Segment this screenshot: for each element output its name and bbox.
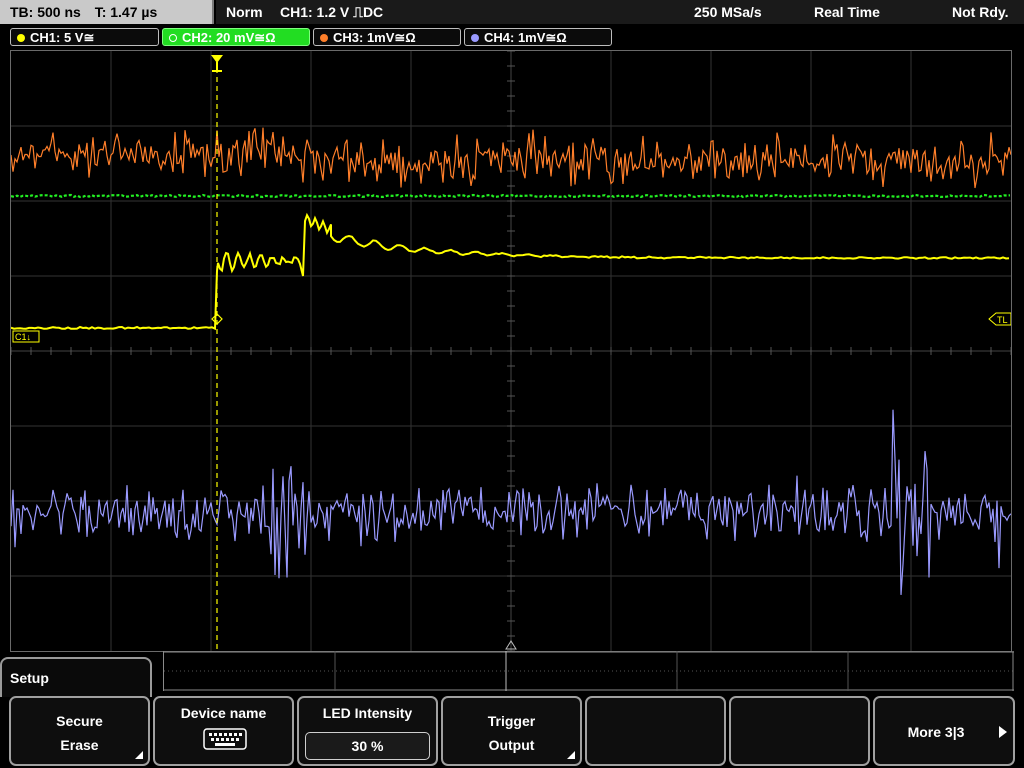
secure-erase-label-2: Erase bbox=[60, 737, 99, 753]
ch3-color-dot bbox=[320, 34, 328, 42]
acquisition-status-strip: Norm CH1: 1.2 V ⎍DC 250 MSa/s Real Time … bbox=[216, 0, 1024, 24]
timebase-value: TB: 500 ns bbox=[10, 4, 81, 20]
channel-tab-ch2[interactable]: CH2: 20 mV≅Ω bbox=[162, 28, 310, 46]
ch4-color-dot bbox=[471, 34, 479, 42]
led-intensity-button[interactable]: LED Intensity 30 % bbox=[297, 696, 438, 766]
submenu-indicator-icon bbox=[567, 751, 575, 759]
ch1-label: CH1: 5 V≅ bbox=[30, 30, 95, 45]
led-intensity-label: LED Intensity bbox=[322, 705, 413, 721]
menu-title: Setup bbox=[0, 657, 152, 697]
channel-tab-ch4[interactable]: CH4: 1mV≅Ω bbox=[464, 28, 612, 46]
channel-tab-ch1[interactable]: CH1: 5 V≅ bbox=[10, 28, 159, 46]
ch1-color-dot bbox=[17, 34, 25, 42]
ch1-offset-label: C1↓ bbox=[15, 332, 31, 342]
channel-tab-ch3[interactable]: CH3: 1mV≅Ω bbox=[313, 28, 461, 46]
secure-erase-button[interactable]: Secure Erase bbox=[9, 696, 150, 766]
keyboard-icon bbox=[203, 728, 247, 750]
mini-graticule bbox=[163, 651, 1014, 691]
led-intensity-value[interactable]: 30 % bbox=[305, 732, 430, 760]
waveform-canvas: C1↓ TL bbox=[10, 50, 1012, 652]
softkey-empty-5[interactable] bbox=[585, 696, 726, 766]
sample-rate: 250 MSa/s bbox=[694, 4, 762, 20]
more-button[interactable]: More 3|3 bbox=[873, 696, 1015, 766]
ch3-label: CH3: 1mV≅Ω bbox=[333, 30, 416, 45]
trigger-mode: Norm bbox=[226, 4, 263, 20]
trigger-output-label-1: Trigger bbox=[487, 713, 536, 729]
trigger-output-label-2: Output bbox=[488, 737, 535, 753]
trigger-position-icon bbox=[211, 55, 223, 72]
waveform-display[interactable]: C1↓ TL bbox=[10, 50, 1012, 652]
graticule-grid bbox=[10, 50, 1012, 652]
top-status-bar: TB: 500 ns T: 1.47 µs Norm CH1: 1.2 V ⎍D… bbox=[0, 0, 1024, 24]
acquisition-mode: Real Time bbox=[814, 4, 880, 20]
timebase-box[interactable]: TB: 500 ns T: 1.47 µs bbox=[0, 0, 214, 24]
next-page-icon bbox=[999, 726, 1007, 738]
trigger-time-value: T: 1.47 µs bbox=[94, 4, 158, 20]
submenu-indicator-icon bbox=[135, 751, 143, 759]
trigger-level-label: TL bbox=[997, 315, 1008, 325]
secure-erase-label-1: Secure bbox=[56, 713, 103, 729]
more-label: More 3|3 bbox=[907, 724, 965, 740]
trigger-info: CH1: 1.2 V ⎍DC bbox=[280, 4, 384, 20]
run-status: Not Rdy. bbox=[952, 4, 1009, 20]
ch1-trace bbox=[10, 212, 1010, 331]
ch2-label: CH2: 20 mV≅Ω bbox=[182, 30, 276, 45]
ch2-color-dot bbox=[169, 34, 177, 42]
device-name-label: Device name bbox=[180, 705, 267, 721]
softkey-empty-6[interactable] bbox=[729, 696, 870, 766]
device-name-button[interactable]: Device name bbox=[153, 696, 294, 766]
menu-title-text: Setup bbox=[10, 670, 49, 686]
ch4-label: CH4: 1mV≅Ω bbox=[484, 30, 567, 45]
trigger-output-button[interactable]: Trigger Output bbox=[441, 696, 582, 766]
